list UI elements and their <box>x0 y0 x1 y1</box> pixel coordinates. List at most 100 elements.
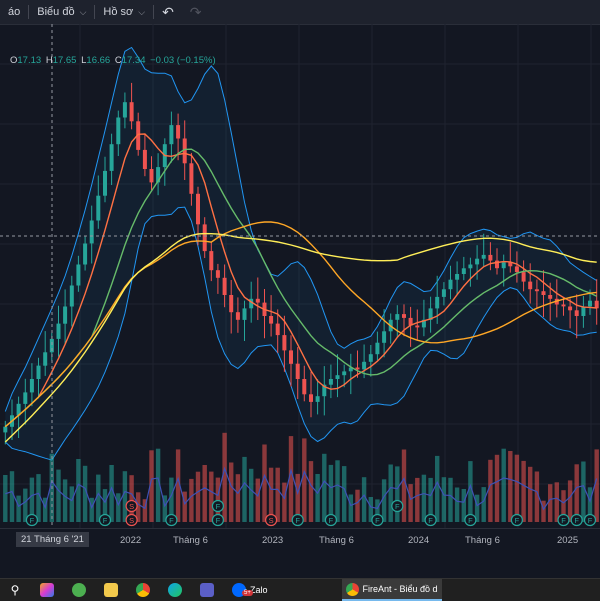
volume-bar <box>514 454 520 522</box>
volume-bar <box>116 493 121 522</box>
fireant-window-button[interactable]: FireAnt - Biểu đồ d... <box>341 579 442 601</box>
candle-body <box>488 254 493 261</box>
volume-bar <box>122 471 128 522</box>
event-marker-label: F <box>515 516 520 525</box>
volume-bar <box>521 460 526 522</box>
volume-bar <box>401 449 407 522</box>
candle-body <box>275 323 280 336</box>
volume-bar <box>96 474 101 522</box>
time-label: Tháng 6 <box>173 535 208 546</box>
candle-body <box>76 264 81 286</box>
candle-body <box>328 379 333 385</box>
open-value: 17.13 <box>17 55 42 66</box>
volume-bar <box>348 494 353 522</box>
event-marker-label: F <box>428 516 433 525</box>
candle-body <box>501 262 506 269</box>
volume-bar <box>3 475 8 522</box>
candle-body <box>36 365 41 379</box>
volume-bar <box>395 466 400 522</box>
candle-body <box>96 195 101 221</box>
time-label: 2023 <box>262 535 284 546</box>
volume-bar <box>441 477 447 522</box>
candle-body <box>29 379 34 393</box>
volume-bar <box>229 462 234 522</box>
candle-body <box>335 375 340 379</box>
volume-bar <box>581 461 586 522</box>
candle-body <box>355 367 360 370</box>
ohlc-legend: O17.13 H17.65 L16.66 C17.34 −0.03 (−0.15… <box>10 55 218 66</box>
event-marker-label: F <box>574 516 579 525</box>
close-value: 17.34 <box>121 55 146 66</box>
menu-profile[interactable]: Hồ sơ ⌵ <box>95 0 153 24</box>
copilot-icon[interactable] <box>36 579 58 601</box>
volume-bar <box>209 471 214 522</box>
price-chart[interactable]: F F SSF FFS F F FFF F F F F F <box>0 24 600 528</box>
windows-taskbar: ⚲ Zalo FireAnt - Biểu đồ d... <box>0 578 600 601</box>
candle-body <box>295 363 300 379</box>
teams-icon[interactable] <box>196 579 218 601</box>
volume-bar <box>481 487 486 522</box>
candle-body <box>142 149 147 169</box>
event-marker-label: F <box>588 516 593 525</box>
candle-body <box>514 266 519 273</box>
candle-body <box>63 306 68 324</box>
candle-body <box>534 289 539 292</box>
volume-bar <box>381 479 387 522</box>
candle-body <box>255 298 260 303</box>
menu-profile-label: Hồ sơ <box>103 6 134 18</box>
candle-body <box>3 426 8 433</box>
event-marker-label: S <box>269 516 274 525</box>
chrome-icon[interactable] <box>132 579 154 601</box>
time-axis[interactable]: 2022 Tháng 6 2023 Tháng 6 2024 Tháng 6 2… <box>0 528 600 551</box>
volume-bar <box>574 464 579 522</box>
search-icon[interactable]: ⚲ <box>4 579 26 601</box>
candle-body <box>568 306 573 311</box>
zalo-notification-badge: 5+ <box>242 590 253 596</box>
candle-body <box>415 325 420 328</box>
menu-view[interactable]: áo <box>0 0 28 24</box>
volume-bar <box>249 468 254 522</box>
time-label: Tháng 6 <box>465 535 500 546</box>
green-app-icon[interactable] <box>68 579 90 601</box>
volume-bar <box>361 477 367 522</box>
candle-body <box>23 392 28 404</box>
file-explorer-icon[interactable] <box>100 579 122 601</box>
candle-body <box>581 306 586 316</box>
candle-body <box>528 281 533 290</box>
redo-icon[interactable]: ↷ <box>182 4 210 21</box>
chart-toolbar: áo Biểu đồ ⌵ Hồ sơ ⌵ ↶ ↷ <box>0 0 600 25</box>
candle-body <box>89 220 94 244</box>
menu-view-label: áo <box>8 6 21 18</box>
candle-body <box>189 163 194 194</box>
volume-bar <box>554 482 559 522</box>
candle-body <box>196 193 200 225</box>
volume-bar <box>528 466 533 522</box>
window-title: FireAnt - Biểu đồ d... <box>362 584 438 594</box>
menu-chart-label: Biểu đồ <box>37 6 75 18</box>
volume-bar <box>315 474 320 522</box>
candle-body <box>315 396 320 402</box>
candle-body <box>309 394 313 402</box>
volume-bar <box>282 482 287 522</box>
close-key: C <box>114 55 122 66</box>
event-marker-label: S <box>129 502 134 511</box>
change-value: −0.03 (−0.15%) <box>150 55 216 66</box>
candle-body <box>574 310 579 316</box>
time-label: 2022 <box>120 535 142 546</box>
undo-icon[interactable]: ↶ <box>154 4 182 21</box>
volume-bar <box>62 479 68 522</box>
volume-bar <box>235 474 241 522</box>
candle-body <box>215 270 220 278</box>
candle-body <box>109 144 114 171</box>
menu-chart[interactable]: Biểu đồ ⌵ <box>29 0 94 24</box>
candle-body <box>594 300 599 309</box>
volume-bar <box>494 454 500 522</box>
edge-icon[interactable] <box>164 579 186 601</box>
candle-body <box>342 371 347 376</box>
volume-bar <box>548 484 553 522</box>
candle-body <box>548 295 553 299</box>
candle-body <box>441 289 446 297</box>
volume-bar <box>388 464 393 522</box>
volume-bar <box>567 480 573 522</box>
volume-bar <box>16 495 21 522</box>
